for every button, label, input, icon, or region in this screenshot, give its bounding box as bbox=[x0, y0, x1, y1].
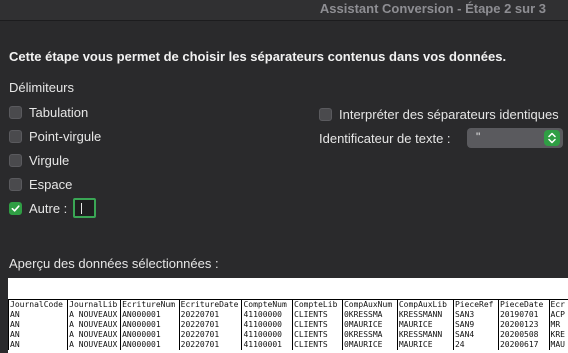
preview-cell: AN000001 bbox=[120, 310, 180, 320]
preview-cell: KRESSMANN bbox=[396, 310, 454, 320]
checkbox-box[interactable] bbox=[9, 105, 22, 119]
preview-heading: Aperçu des données sélectionnées : bbox=[9, 256, 219, 271]
preview-cell: 20200123 bbox=[497, 320, 550, 330]
checkbox-box[interactable] bbox=[9, 153, 22, 167]
preview-cell: 41100000 bbox=[241, 310, 293, 320]
preview-column-header: EcritureDate bbox=[178, 299, 242, 310]
preview-cell: 20220701 bbox=[178, 340, 242, 350]
preview-column-header: EcritureNum bbox=[120, 299, 180, 310]
checkbox-box[interactable] bbox=[319, 108, 332, 121]
checkbox-label: Autre : bbox=[29, 200, 68, 216]
step-description: Cette étape vous permet de choisir les s… bbox=[9, 49, 507, 64]
other-delimiter-input[interactable] bbox=[73, 198, 97, 218]
preview-cell: 20190701 bbox=[497, 310, 550, 320]
preview-cell: 0MAURICE bbox=[341, 340, 398, 350]
checkbox-virgule[interactable]: Virgule bbox=[9, 152, 69, 168]
preview-cell: 41100001 bbox=[241, 340, 293, 350]
checkmark-icon bbox=[11, 204, 20, 212]
preview-cell: KRE bbox=[548, 330, 568, 340]
preview-cell: 0KRESSMA bbox=[341, 310, 398, 320]
preview-cell: AN000001 bbox=[120, 330, 180, 340]
preview-cell: 20220701 bbox=[178, 310, 242, 320]
checkbox-box-checked[interactable] bbox=[9, 201, 22, 215]
checkbox-box[interactable] bbox=[9, 129, 22, 143]
preview-cell: KRESSMANN bbox=[396, 330, 454, 340]
preview-column-header: Ecr bbox=[548, 299, 568, 310]
checkbox-label: Espace bbox=[29, 176, 73, 192]
preview-cell: SAN9 bbox=[452, 320, 499, 330]
checkbox-label: Tabulation bbox=[29, 104, 89, 120]
checkbox-tabulation[interactable]: Tabulation bbox=[9, 104, 88, 120]
window-title: Assistant Conversion - Étape 2 sur 3 bbox=[319, 1, 546, 16]
preview-cell: 20200617 bbox=[497, 340, 550, 350]
preview-cell: 20220701 bbox=[178, 320, 242, 330]
text-qualifier-select[interactable]: " bbox=[467, 128, 563, 148]
preview-row: AN A NOUVEAUX AN000001 20220701 41100000 CLIE… bbox=[8, 330, 568, 340]
preview-column-header: CompteNum bbox=[241, 299, 293, 310]
preview-cell: AN bbox=[8, 330, 68, 340]
preview-cell: AN bbox=[8, 320, 68, 330]
preview-cell: 0MAURICE bbox=[341, 320, 398, 330]
checkbox-label: Point-virgule bbox=[29, 128, 102, 144]
checkbox-label: Virgule bbox=[29, 152, 70, 168]
text-caret bbox=[81, 203, 83, 214]
preview-cell: CLIENTS bbox=[292, 320, 343, 330]
preview-cell: SAN3 bbox=[452, 310, 499, 320]
preview-cell: AN bbox=[8, 310, 68, 320]
preview-header-row: JournalCode JournalLib EcritureNum Ecriture… bbox=[8, 299, 568, 310]
checkbox-label: Interpréter des séparateurs identiques bbox=[339, 107, 559, 122]
chevron-updown-icon[interactable] bbox=[544, 130, 560, 146]
preview-cell: CLIENTS bbox=[292, 340, 343, 350]
preview-column-header: CompAuxLib bbox=[396, 299, 454, 310]
preview-cell: 0KRESSMA bbox=[341, 330, 398, 340]
title-bar: Assistant Conversion - Étape 2 sur 3 bbox=[0, 0, 568, 21]
preview-table: JournalCode JournalLib EcritureNum Ecriture… bbox=[8, 299, 568, 350]
preview-cell: A NOUVEAUX bbox=[67, 310, 121, 320]
preview-cell: MAURICE bbox=[396, 340, 454, 350]
preview-cell: CLIENTS bbox=[292, 330, 343, 340]
preview-cell: AN000001 bbox=[120, 320, 180, 330]
preview-column-header: CompAuxNum bbox=[341, 299, 398, 310]
preview-column-header: PieceDate bbox=[497, 299, 550, 310]
preview-cell: 20220701 bbox=[178, 330, 242, 340]
preview-row: AN A NOUVEAUX AN000001 20220701 41100000 CLIE… bbox=[8, 320, 568, 330]
preview-cell: AN bbox=[8, 340, 68, 350]
preview-cell: 41100000 bbox=[241, 320, 293, 330]
preview-column-header: JournalLib bbox=[67, 299, 121, 310]
preview-column-header: PieceRef bbox=[452, 299, 499, 310]
preview-cell: SAN4 bbox=[452, 330, 499, 340]
preview-cell: MAU bbox=[548, 340, 568, 350]
text-qualifier-value: " bbox=[476, 130, 481, 144]
checkbox-point-virgule[interactable]: Point-virgule bbox=[9, 128, 101, 144]
preview-cell: MAURICE bbox=[396, 320, 454, 330]
preview-cell: CLIENTS bbox=[292, 310, 343, 320]
preview-cell: ACP bbox=[548, 310, 568, 320]
preview-cell: A NOUVEAUX bbox=[67, 330, 121, 340]
data-preview[interactable]: JournalCode JournalLib EcritureNum Ecriture… bbox=[8, 278, 568, 353]
preview-cell: 41100000 bbox=[241, 330, 293, 340]
preview-cell: MR bbox=[548, 320, 568, 330]
preview-row: AN A NOUVEAUX AN000001 20220701 41100001 CLIE… bbox=[8, 340, 568, 350]
preview-cell: AN000001 bbox=[120, 340, 180, 350]
preview-row: AN A NOUVEAUX AN000001 20220701 41100000 CLIE… bbox=[8, 310, 568, 320]
preview-column-header: CompteLib bbox=[292, 299, 343, 310]
delimiters-heading: Délimiteurs bbox=[9, 80, 75, 95]
checkbox-autre[interactable]: Autre : bbox=[9, 198, 97, 218]
checkbox-consecutive-delimiters[interactable]: Interpréter des séparateurs identiques bbox=[319, 107, 559, 122]
text-qualifier-label: Identificateur de texte : bbox=[319, 131, 451, 146]
preview-cell: A NOUVEAUX bbox=[67, 320, 121, 330]
preview-cell: 24 bbox=[452, 340, 499, 350]
preview-column-header: JournalCode bbox=[8, 299, 68, 310]
preview-cell: A NOUVEAUX bbox=[67, 340, 121, 350]
checkbox-box[interactable] bbox=[9, 177, 22, 191]
preview-cell: 20200508 bbox=[497, 330, 550, 340]
checkbox-espace[interactable]: Espace bbox=[9, 176, 72, 192]
